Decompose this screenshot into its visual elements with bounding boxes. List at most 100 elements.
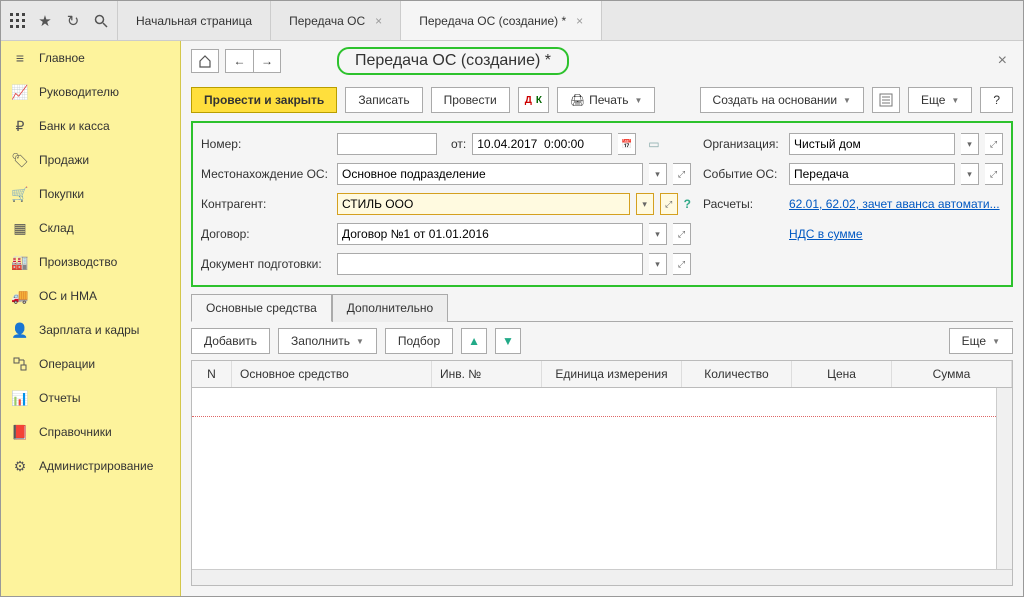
factory-icon: 🏭 [11, 253, 29, 271]
save-button[interactable]: Записать [345, 87, 422, 113]
create-based-button[interactable]: Создать на основании▼ [700, 87, 864, 113]
help-button[interactable]: ? [980, 87, 1013, 113]
tab-label: Начальная страница [136, 14, 252, 28]
sidebar-item-assets[interactable]: 🚚ОС и НМА [1, 279, 180, 313]
open-button[interactable]: ⤢ [985, 133, 1003, 155]
col-n[interactable]: N [192, 361, 232, 387]
apps-icon[interactable] [9, 13, 25, 29]
contract-input[interactable] [337, 223, 643, 245]
sidebar-item-sales[interactable]: 🏷Продажи [1, 143, 180, 177]
add-row-button[interactable]: Добавить [191, 328, 270, 354]
tab-label: Передача ОС [289, 14, 365, 28]
star-icon[interactable]: ★ [37, 13, 53, 29]
open-button[interactable]: ⤢ [673, 163, 691, 185]
dt-kt-button[interactable]: ДК [518, 87, 549, 113]
nav-forward-button[interactable]: → [253, 49, 281, 73]
post-and-close-button[interactable]: Провести и закрыть [191, 87, 337, 113]
fill-button[interactable]: Заполнить▼ [278, 328, 377, 354]
truck-icon: 🚚 [11, 287, 29, 305]
sidebar-item-label: Руководителю [39, 85, 119, 99]
sidebar-item-operations[interactable]: Операции [1, 347, 180, 381]
tab-main-assets[interactable]: Основные средства [191, 294, 332, 322]
chart-icon: 📈 [11, 83, 29, 101]
dropdown-button[interactable]: ▾ [961, 133, 979, 155]
close-icon[interactable]: × [375, 14, 382, 28]
sidebar-item-label: Банк и касса [39, 119, 110, 133]
col-unit[interactable]: Единица измерения [542, 361, 682, 387]
sidebar-item-warehouse[interactable]: ▦Склад [1, 211, 180, 245]
col-sum[interactable]: Сумма [892, 361, 1012, 387]
table-more-button[interactable]: Еще▼ [949, 328, 1013, 354]
org-input[interactable] [789, 133, 955, 155]
calendar-button[interactable]: 📅 [618, 133, 636, 155]
sidebar-item-bank[interactable]: ₽Банк и касса [1, 109, 180, 143]
col-qty[interactable]: Количество [682, 361, 792, 387]
sidebar-item-main[interactable]: ≡Главное [1, 41, 180, 75]
prep-doc-input[interactable] [337, 253, 643, 275]
sidebar-item-admin[interactable]: ⚙ Администрирование [1, 449, 180, 483]
sidebar-item-production[interactable]: 🏭Производство [1, 245, 180, 279]
move-down-button[interactable]: ▼ [495, 328, 521, 354]
move-up-button[interactable]: ▲ [461, 328, 487, 354]
sidebar-item-label: Склад [39, 221, 74, 235]
contractor-input[interactable] [337, 193, 630, 215]
assets-table: N Основное средство Инв. № Единица измер… [191, 360, 1013, 586]
nav-back-button[interactable]: ← [225, 49, 253, 73]
calc-link[interactable]: 62.01, 62.02, зачет аванса автомати... [789, 197, 1000, 211]
sidebar-item-label: Отчеты [39, 391, 80, 405]
date-input[interactable] [472, 133, 612, 155]
tab-transfer[interactable]: Передача ОС × [271, 1, 401, 40]
history-icon[interactable]: ↻ [65, 13, 81, 29]
home-button[interactable] [191, 49, 219, 73]
scrollbar-vertical[interactable] [996, 388, 1012, 569]
dropdown-button[interactable]: ▾ [961, 163, 979, 185]
sidebar-item-manager[interactable]: 📈 Руководителю [1, 75, 180, 109]
dropdown-button[interactable]: ▾ [649, 223, 667, 245]
number-label: Номер: [201, 137, 331, 151]
tab-additional[interactable]: Дополнительно [332, 294, 448, 322]
help-icon[interactable]: ? [684, 197, 691, 211]
vat-link[interactable]: НДС в сумме [789, 227, 863, 241]
search-icon[interactable] [93, 13, 109, 29]
col-inv[interactable]: Инв. № [432, 361, 542, 387]
col-asset[interactable]: Основное средство [232, 361, 432, 387]
sidebar-item-references[interactable]: 📕Справочники [1, 415, 180, 449]
open-button[interactable]: ⤢ [673, 253, 691, 275]
print-button[interactable]: 🖨Печать▼ [557, 87, 655, 113]
close-icon[interactable]: × [576, 14, 583, 28]
event-input[interactable] [789, 163, 955, 185]
from-label: от: [451, 137, 466, 151]
dropdown-button[interactable]: ▾ [649, 253, 667, 275]
pick-button[interactable]: Подбор [385, 328, 453, 354]
report-icon: 📊 [11, 389, 29, 407]
menu-icon: ≡ [11, 49, 29, 67]
dropdown-button[interactable]: ▾ [636, 193, 654, 215]
sidebar-item-purchases[interactable]: 🛒Покупки [1, 177, 180, 211]
location-input[interactable] [337, 163, 643, 185]
close-form-button[interactable]: × [992, 52, 1013, 70]
post-button[interactable]: Провести [431, 87, 510, 113]
open-button[interactable]: ⤢ [985, 163, 1003, 185]
tab-home[interactable]: Начальная страница [117, 1, 271, 40]
related-button[interactable] [872, 87, 900, 113]
print-icon: 🖨 [570, 93, 585, 107]
sidebar-item-salary[interactable]: 👤Зарплата и кадры [1, 313, 180, 347]
table-body[interactable] [192, 388, 1012, 569]
open-button[interactable]: ⤢ [673, 223, 691, 245]
sidebar-item-reports[interactable]: 📊 Отчеты [1, 381, 180, 415]
contractor-label: Контрагент: [201, 197, 331, 211]
sidebar-item-label: Администрирование [39, 459, 153, 473]
more-button[interactable]: Еще▼ [908, 87, 972, 113]
col-price[interactable]: Цена [792, 361, 892, 387]
calc-label: Расчеты: [703, 197, 783, 211]
scrollbar-horizontal[interactable] [192, 569, 1012, 585]
org-label: Организация: [703, 137, 783, 151]
open-button[interactable]: ⤢ [660, 193, 678, 215]
tab-transfer-create[interactable]: Передача ОС (создание) *× [401, 1, 602, 40]
sidebar-item-label: Покупки [39, 187, 84, 201]
dropdown-button[interactable]: ▾ [649, 163, 667, 185]
number-input[interactable] [337, 133, 437, 155]
gear-icon: ⚙ [11, 457, 29, 475]
ops-icon [11, 355, 29, 373]
contract-label: Договор: [201, 227, 331, 241]
